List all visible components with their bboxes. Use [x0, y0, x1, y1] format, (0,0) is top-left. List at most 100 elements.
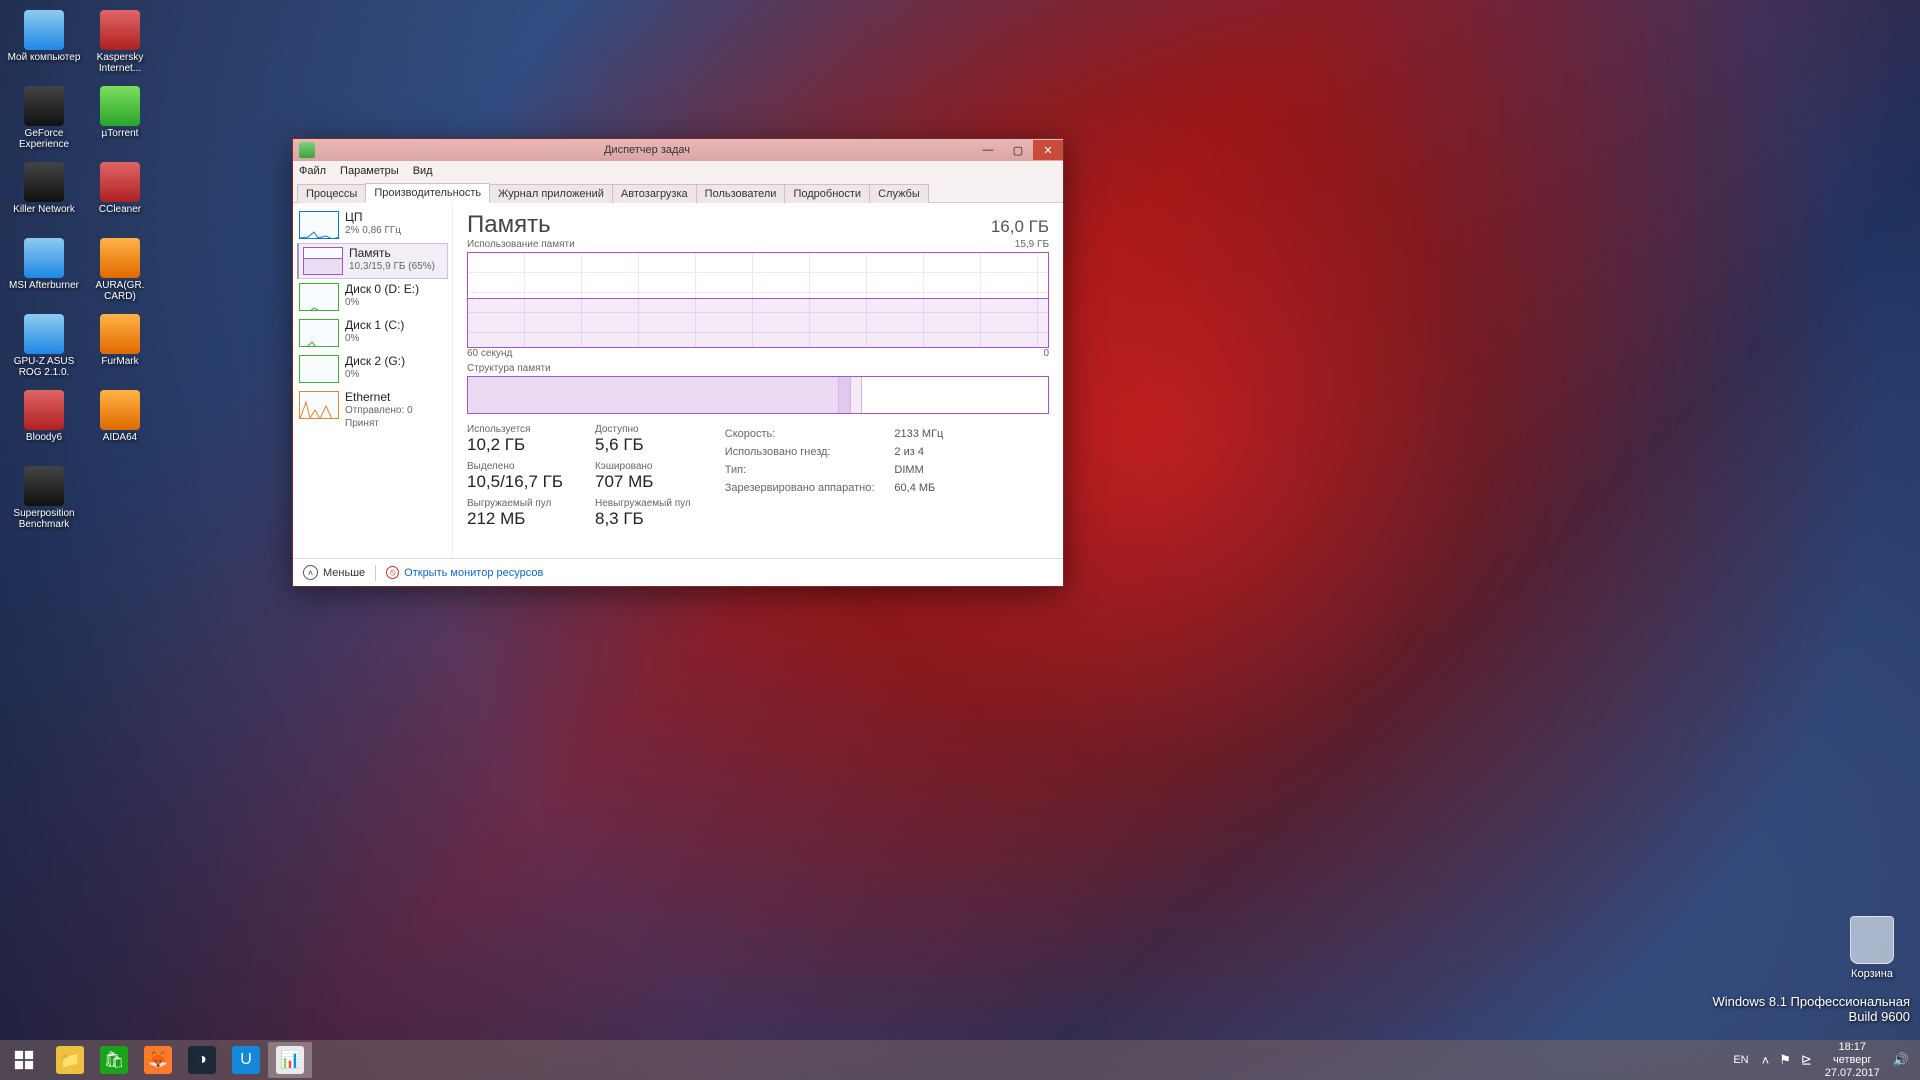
- taskbar-uplay[interactable]: U: [224, 1042, 268, 1078]
- sidebar-cpu[interactable]: ЦП2% 0,86 ГГц: [293, 207, 452, 243]
- desktop-icon[interactable]: Мой компьютер: [6, 6, 82, 82]
- task-manager-window: Диспетчер задач — ▢ ✕ Файл Параметры Вид…: [292, 138, 1064, 587]
- system-tray: EN ˄ ⚑ ⊵ 18:17 четверг 27.07.2017 🔊: [1725, 1041, 1920, 1080]
- app-icon: [24, 466, 64, 506]
- desktop-icon[interactable]: Bloody6: [6, 386, 82, 462]
- sidebar-disk1[interactable]: Диск 1 (C:)0%: [293, 315, 452, 351]
- maximize-button[interactable]: ▢: [1003, 140, 1033, 160]
- usage-graph-label: Использование памяти: [467, 239, 575, 250]
- titlebar[interactable]: Диспетчер задач — ▢ ✕: [293, 139, 1063, 161]
- tab-startup[interactable]: Автозагрузка: [612, 184, 697, 203]
- resmon-icon: ⦸: [386, 566, 399, 579]
- icon-label: MSI Afterburner: [6, 280, 82, 291]
- app-icon: [100, 238, 140, 278]
- icon-label: Мой компьютер: [6, 52, 82, 63]
- task-manager-footer: ˄ Меньше ⦸ Открыть монитор ресурсов: [293, 558, 1063, 586]
- taskbar: 📁 🛍 🦊 ◑ U 📊 EN ˄ ⚑ ⊵ 18:17 четверг 27.07…: [0, 1040, 1920, 1080]
- taskbar-explorer[interactable]: 📁: [48, 1042, 92, 1078]
- menu-view[interactable]: Вид: [413, 165, 433, 177]
- trash-icon: [1850, 916, 1894, 964]
- menubar: Файл Параметры Вид: [293, 161, 1063, 181]
- app-icon: [24, 390, 64, 430]
- app-icon: [100, 162, 140, 202]
- tab-services[interactable]: Службы: [869, 184, 929, 203]
- sidebar-disk2[interactable]: Диск 2 (G:)0%: [293, 351, 452, 387]
- memory-stats: Используется10,2 ГБ Выделено10,5/16,7 ГБ…: [467, 424, 1049, 535]
- app-icon: [100, 314, 140, 354]
- performance-main: Память 16,0 ГБ Использование памяти 15,9…: [453, 203, 1063, 558]
- icon-label: Bloody6: [6, 432, 82, 443]
- icon-label: Kaspersky Internet...: [82, 52, 158, 74]
- desktop-icon[interactable]: FurMark: [82, 310, 158, 386]
- icon-label: Superposition Benchmark: [6, 508, 82, 530]
- tray-volume-icon[interactable]: 🔊: [1888, 1052, 1914, 1068]
- desktop-icons: Мой компьютерKaspersky Internet... GeForc…: [6, 6, 158, 538]
- desktop[interactable]: Мой компьютерKaspersky Internet... GeForc…: [0, 0, 1920, 1080]
- memory-heading: Память: [467, 211, 551, 239]
- desktop-icon[interactable]: Killer Network: [6, 158, 82, 234]
- menu-options[interactable]: Параметры: [340, 165, 399, 177]
- recycle-bin[interactable]: Корзина: [1834, 916, 1910, 980]
- windows-watermark: Windows 8.1 Профессиональная Build 9600: [1713, 994, 1910, 1024]
- desktop-icon[interactable]: MSI Afterburner: [6, 234, 82, 310]
- app-icon: [100, 86, 140, 126]
- sidebar-disk0[interactable]: Диск 0 (D: E:)0%: [293, 279, 452, 315]
- tray-language[interactable]: EN: [1725, 1054, 1756, 1067]
- icon-label: FurMark: [82, 356, 158, 367]
- app-icon: [100, 10, 140, 50]
- desktop-icon[interactable]: AIDA64: [82, 386, 158, 462]
- app-icon: [24, 238, 64, 278]
- tab-performance[interactable]: Производительность: [365, 183, 490, 203]
- desktop-icon[interactable]: Kaspersky Internet...: [82, 6, 158, 82]
- app-icon: [24, 162, 64, 202]
- icon-label: AIDA64: [82, 432, 158, 443]
- open-resource-monitor-link[interactable]: ⦸ Открыть монитор ресурсов: [386, 566, 543, 579]
- memory-capacity: 16,0 ГБ: [991, 217, 1049, 237]
- desktop-icon[interactable]: Superposition Benchmark: [6, 462, 82, 538]
- sidebar-memory[interactable]: Память10,3/15,9 ГБ (65%): [297, 243, 448, 279]
- taskmgr-icon: [299, 142, 315, 158]
- tabs: Процессы Производительность Журнал прило…: [293, 181, 1063, 203]
- chevron-up-icon: ˄: [303, 565, 318, 580]
- tray-clock[interactable]: 18:17 четверг 27.07.2017: [1817, 1041, 1888, 1080]
- tab-users[interactable]: Пользователи: [696, 184, 786, 203]
- taskbar-firefox[interactable]: 🦊: [136, 1042, 180, 1078]
- composition-label: Структура памяти: [467, 363, 1049, 374]
- recycle-label: Корзина: [1834, 968, 1910, 980]
- desktop-icon[interactable]: GPU-Z ASUS ROG 2.1.0.: [6, 310, 82, 386]
- tab-details[interactable]: Подробности: [784, 184, 870, 203]
- icon-label: GeForce Experience: [6, 128, 82, 150]
- taskbar-store[interactable]: 🛍: [92, 1042, 136, 1078]
- window-title: Диспетчер задач: [321, 144, 973, 156]
- icon-label: GPU-Z ASUS ROG 2.1.0.: [6, 356, 82, 378]
- desktop-icon[interactable]: CCleaner: [82, 158, 158, 234]
- taskbar-taskmgr[interactable]: 📊: [268, 1042, 312, 1078]
- app-icon: [24, 10, 64, 50]
- app-icon: [24, 86, 64, 126]
- icon-label: AURA(GR. CARD): [82, 280, 158, 302]
- app-icon: [100, 390, 140, 430]
- start-button[interactable]: [0, 1040, 48, 1080]
- desktop-icon[interactable]: AURA(GR. CARD): [82, 234, 158, 310]
- tab-processes[interactable]: Процессы: [297, 184, 366, 203]
- menu-file[interactable]: Файл: [299, 165, 326, 177]
- taskbar-steam[interactable]: ◑: [180, 1042, 224, 1078]
- app-icon: [24, 314, 64, 354]
- desktop-icon[interactable]: µTorrent: [82, 82, 158, 158]
- tray-network-icon[interactable]: ⊵: [1796, 1052, 1817, 1068]
- tray-flag-icon[interactable]: ⚑: [1774, 1052, 1796, 1068]
- memory-usage-graph: [467, 252, 1049, 348]
- desktop-icon[interactable]: GeForce Experience: [6, 82, 82, 158]
- close-button[interactable]: ✕: [1033, 140, 1063, 160]
- tab-app-history[interactable]: Журнал приложений: [489, 184, 613, 203]
- icon-label: Killer Network: [6, 204, 82, 215]
- memory-composition: [467, 376, 1049, 414]
- performance-sidebar: ЦП2% 0,86 ГГц Память10,3/15,9 ГБ (65%) Д…: [293, 203, 453, 558]
- tray-chevron-up-icon[interactable]: ˄: [1757, 1053, 1775, 1068]
- usage-graph-max: 15,9 ГБ: [1015, 239, 1049, 250]
- icon-label: CCleaner: [82, 204, 158, 215]
- fewer-details-button[interactable]: ˄ Меньше: [303, 565, 365, 580]
- sidebar-ethernet[interactable]: EthernetОтправлено: 0 Принят: [293, 387, 452, 434]
- icon-label: µTorrent: [82, 128, 158, 139]
- minimize-button[interactable]: —: [973, 140, 1003, 160]
